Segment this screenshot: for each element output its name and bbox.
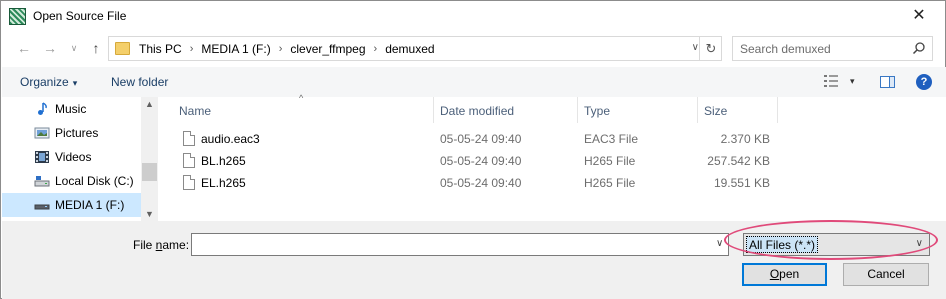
file-size: 257.542 KB — [707, 154, 770, 168]
command-toolbar: Organize ▾ New folder ▾ ? — [2, 67, 946, 97]
search-input[interactable] — [740, 42, 900, 56]
bottom-panel: File name: ∨ All Files (*.*) ∨ Open Canc… — [2, 221, 946, 299]
scroll-down-icon[interactable]: ▼ — [145, 209, 154, 219]
file-name: EL.h265 — [201, 176, 246, 190]
music-icon — [38, 102, 47, 115]
nav-item-label: Pictures — [55, 126, 99, 140]
nav-item-videos[interactable]: Videos — [2, 145, 142, 169]
file-name-label-part: ame: — [162, 238, 190, 252]
search-box[interactable] — [732, 36, 933, 61]
file-row[interactable]: audio.eac3 05-05-24 09:40 EAC3 File 2.37… — [161, 128, 946, 150]
file-name-dropdown-icon[interactable]: ∨ — [716, 238, 723, 249]
file-row[interactable]: BL.h265 05-05-24 09:40 H265 File 257.542… — [161, 150, 946, 172]
new-folder-button[interactable]: New folder — [111, 75, 168, 89]
column-divider[interactable] — [433, 97, 434, 123]
open-accesskey: O — [769, 267, 780, 281]
organize-menu[interactable]: Organize ▾ — [20, 75, 77, 89]
address-bar[interactable]: This PC › MEDIA 1 (F:) › clever_ffmpeg ›… — [108, 36, 722, 61]
pictures-icon — [34, 127, 50, 139]
nav-item-label: Videos — [55, 150, 92, 164]
file-type: H265 File — [584, 154, 636, 168]
file-icon — [183, 131, 195, 146]
file-list: ^ Name Date modified Type Size audio.eac… — [161, 93, 946, 221]
column-header-date[interactable]: Date modified — [440, 104, 514, 118]
file-name: audio.eac3 — [201, 132, 260, 146]
open-label: pen — [779, 267, 800, 281]
column-header-name[interactable]: Name — [179, 104, 211, 118]
drive-icon — [34, 204, 50, 210]
chevron-down-icon: ▾ — [72, 78, 78, 88]
file-date: 05-05-24 09:40 — [440, 132, 522, 146]
file-row[interactable]: EL.h265 05-05-24 09:40 H265 File 19.551 … — [161, 172, 946, 194]
open-file-dialog: Open Source File ✕ ← → ∨ ↑ This PC › MED… — [0, 0, 946, 299]
nav-item-music[interactable]: Music — [2, 97, 142, 121]
scroll-up-icon[interactable]: ▲ — [145, 99, 154, 109]
file-size: 2.370 KB — [720, 132, 770, 146]
column-divider[interactable] — [697, 97, 698, 123]
nav-item-media-drive[interactable]: MEDIA 1 (F:) — [2, 193, 142, 217]
change-view-icon[interactable] — [824, 75, 838, 87]
file-size: 19.551 KB — [713, 176, 770, 190]
column-header-type[interactable]: Type — [584, 104, 610, 118]
address-dropdown-icon[interactable]: ∨ — [692, 42, 699, 53]
title-bar[interactable]: Open Source File ✕ — [1, 1, 945, 31]
breadcrumb-separator-icon[interactable]: › — [279, 43, 283, 55]
nav-item-label: Music — [55, 102, 87, 116]
column-divider[interactable] — [777, 97, 778, 123]
file-icon — [183, 153, 195, 168]
open-button[interactable]: Open — [742, 263, 827, 286]
file-type: EAC3 File — [584, 132, 639, 146]
nav-item-pictures[interactable]: Pictures — [2, 121, 142, 145]
file-date: 05-05-24 09:40 — [440, 176, 522, 190]
file-icon — [183, 175, 195, 190]
navigation-pane: Music Pictures Videos Local Disk (C:) ME… — [2, 97, 158, 221]
file-name-label: File name: — [133, 238, 189, 252]
column-header-size[interactable]: Size — [704, 104, 727, 118]
breadcrumb-clever-ffmpeg[interactable]: clever_ffmpeg — [290, 42, 365, 56]
window-title: Open Source File — [33, 9, 127, 23]
up-arrow-icon[interactable]: ↑ — [87, 39, 105, 57]
nav-item-local-disk[interactable]: Local Disk (C:) — [2, 169, 142, 193]
folder-icon — [115, 42, 130, 55]
nav-item-label: Local Disk (C:) — [55, 174, 134, 188]
chevron-down-icon[interactable]: ∨ — [916, 238, 923, 249]
breadcrumb-media-drive[interactable]: MEDIA 1 (F:) — [201, 42, 270, 56]
breadcrumb: This PC › MEDIA 1 (F:) › clever_ffmpeg ›… — [139, 42, 435, 56]
breadcrumb-separator-icon[interactable]: › — [190, 43, 194, 55]
column-divider[interactable] — [577, 97, 578, 123]
scrollbar-thumb[interactable] — [142, 163, 157, 181]
videos-icon — [35, 151, 49, 163]
file-type-value: All Files (*.*) — [746, 236, 819, 253]
file-name: BL.h265 — [201, 154, 246, 168]
breadcrumb-demuxed[interactable]: demuxed — [385, 42, 434, 56]
forward-arrow-icon[interactable]: → — [41, 39, 59, 57]
breadcrumb-separator-icon[interactable]: › — [374, 43, 378, 55]
cancel-button[interactable]: Cancel — [843, 263, 929, 286]
sort-ascending-icon: ^ — [299, 93, 304, 103]
organize-label: Organize — [20, 75, 69, 89]
close-button[interactable]: ✕ — [899, 3, 939, 29]
refresh-icon[interactable]: ↻ — [699, 36, 722, 61]
nav-item-label: MEDIA 1 (F:) — [55, 198, 125, 212]
navigation-scrollbar[interactable]: ▲ ▼ — [141, 97, 158, 221]
app-icon — [9, 8, 26, 25]
file-name-input[interactable] — [191, 233, 729, 256]
preview-pane-icon[interactable] — [880, 76, 895, 88]
recent-locations-chevron-icon[interactable]: ∨ — [65, 39, 83, 57]
file-type: H265 File — [584, 176, 636, 190]
help-icon[interactable]: ? — [916, 74, 932, 90]
breadcrumb-this-pc[interactable]: This PC — [139, 42, 182, 56]
view-options-chevron-icon[interactable]: ▾ — [850, 76, 855, 87]
file-type-select[interactable]: All Files (*.*) ∨ — [743, 233, 930, 256]
file-name-label-part: File — [133, 238, 156, 252]
local-disk-icon — [34, 176, 50, 187]
search-icon[interactable] — [912, 41, 926, 55]
file-date: 05-05-24 09:40 — [440, 154, 522, 168]
back-arrow-icon[interactable]: ← — [15, 39, 33, 57]
